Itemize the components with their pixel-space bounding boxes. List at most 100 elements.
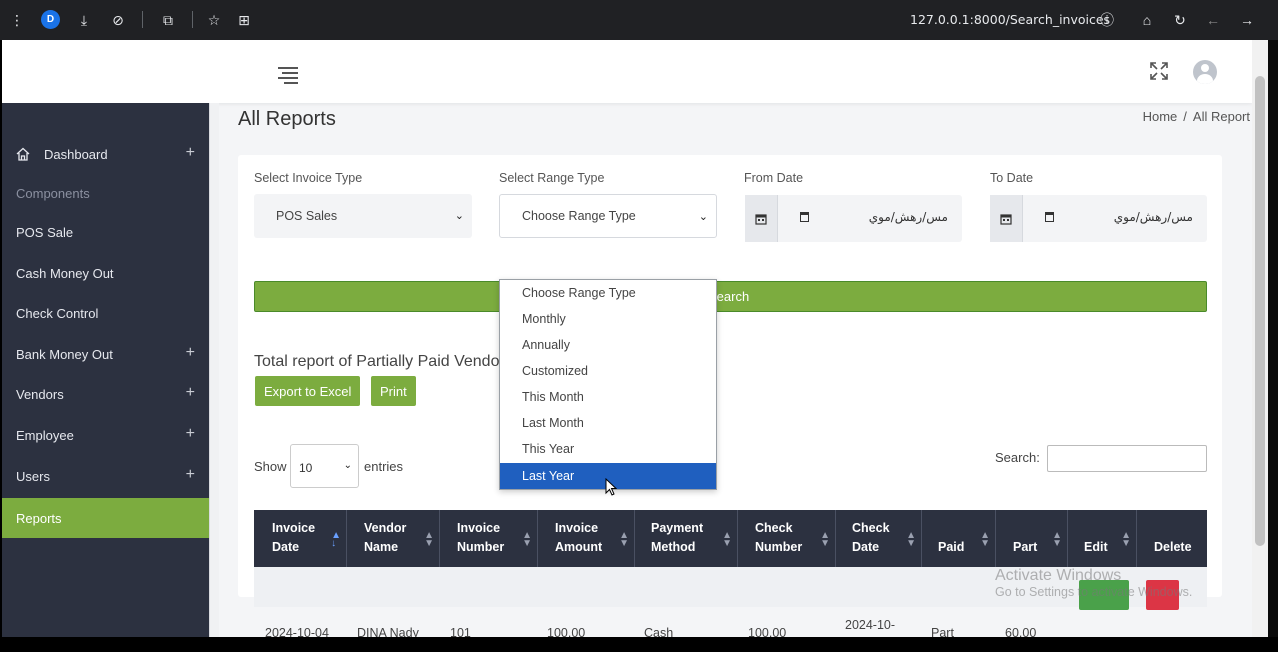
cell-check-date: 2024-10- xyxy=(845,618,896,632)
fullscreen-icon[interactable] xyxy=(1150,62,1168,80)
breadcrumb-current: All Report xyxy=(1192,109,1250,124)
to-date-field[interactable]: مس/رهش/موي xyxy=(990,195,1207,242)
show-label: Show xyxy=(254,459,287,474)
column-payment-method[interactable]: Payment Method ▲ ▼ xyxy=(635,510,738,567)
expand-plus-icon[interactable]: + xyxy=(186,466,195,484)
expand-plus-icon[interactable]: + xyxy=(186,384,195,402)
sidebar-item-label: Bank Money Out xyxy=(16,346,113,362)
sort-icon: ▲ ▼ xyxy=(820,530,830,549)
range-type-value: Choose Range Type xyxy=(522,209,636,223)
calendar-addon-icon xyxy=(745,195,778,242)
star-icon[interactable]: ☆ xyxy=(204,10,224,30)
top-navbar xyxy=(2,40,1252,103)
invoice-type-label: Select Invoice Type xyxy=(254,171,363,185)
sidebar-item-label: Vendors xyxy=(16,386,64,402)
sort-icon: ▲ ▼ xyxy=(906,530,916,549)
column-invoice-amount[interactable]: Invoice Amount ▲ ▼ xyxy=(538,510,635,567)
column-check-date[interactable]: Check Date ▲ ▼ xyxy=(836,510,922,567)
sort-icon: ▲ ▼ xyxy=(619,530,629,549)
sidebar-item-check-control[interactable]: Check Control xyxy=(2,293,209,333)
chevron-down-icon: ⌄ xyxy=(454,210,464,222)
breadcrumb: Home / All Report xyxy=(1143,109,1250,124)
entries-label: entries xyxy=(364,459,404,474)
column-delete[interactable]: Delete xyxy=(1137,510,1207,567)
sort-icon: ▲ ▼ xyxy=(722,530,732,549)
sort-icon: ▲ ▼ xyxy=(424,530,434,549)
extension-icon[interactable]: ⊘ xyxy=(108,10,128,30)
breadcrumb-home[interactable]: Home xyxy=(1143,109,1178,124)
to-date-placeholder: مس/رهش/موي xyxy=(1113,210,1193,224)
print-button[interactable]: Print xyxy=(371,376,416,406)
translate-icon[interactable]: ⊞ xyxy=(234,10,254,30)
sidebar-item-label: Components xyxy=(16,185,90,201)
sidebar-item-employee[interactable]: Employee + xyxy=(2,415,209,455)
sidebar-item-label: Check Control xyxy=(16,305,99,321)
column-vendor-name[interactable]: Vendor Name ▲ ▼ xyxy=(347,510,440,567)
sort-icon: ▲ ▼ xyxy=(1052,530,1062,549)
calendar-addon-icon xyxy=(990,195,1023,242)
column-invoice-date[interactable]: Invoice Date ▲ ↓ xyxy=(254,510,347,567)
sort-icon: ▲ ▼ xyxy=(1121,530,1131,549)
home-icon[interactable]: ⌂ xyxy=(1137,10,1157,30)
expand-plus-icon[interactable]: + xyxy=(186,425,195,443)
forward-icon[interactable]: → xyxy=(1237,10,1257,30)
from-date-field[interactable]: مس/رهش/موي xyxy=(745,195,962,242)
sidebar-item-reports[interactable]: Reports xyxy=(2,498,209,538)
export-excel-button[interactable]: Export to Excel xyxy=(255,376,361,406)
search-button[interactable]: Search xyxy=(254,281,1207,312)
column-paid[interactable]: Paid ▲ ▼ xyxy=(922,510,996,567)
chevron-down-icon: ⌄ xyxy=(698,211,708,223)
mouse-cursor-icon xyxy=(605,478,617,496)
dropdown-option[interactable]: Customized xyxy=(500,358,716,384)
dropdown-option[interactable]: This Year xyxy=(500,436,716,462)
profile-avatar[interactable]: D xyxy=(41,10,60,29)
sidebar-item-label: POS Sale xyxy=(16,224,74,240)
reload-icon[interactable]: ↻ xyxy=(1170,10,1190,30)
sidebar-item-vendors[interactable]: Vendors + xyxy=(2,374,209,414)
column-edit[interactable]: Edit ▲ ▼ xyxy=(1068,510,1137,567)
menu-dots-icon[interactable]: ⋮ xyxy=(7,10,27,30)
scrollbar-thumb[interactable] xyxy=(1255,76,1265,546)
sidebar-item-bank-money-out[interactable]: Bank Money Out + xyxy=(2,334,209,374)
sidebar-item-dashboard[interactable]: Dashboard + xyxy=(2,134,209,174)
page-title: All Reports xyxy=(238,108,336,130)
user-avatar[interactable] xyxy=(1193,60,1217,84)
expand-plus-icon[interactable]: + xyxy=(186,344,195,362)
dropdown-option[interactable]: Choose Range Type xyxy=(500,280,716,306)
entries-length-select[interactable]: 10 ⌄ xyxy=(290,444,359,488)
calendar-picker-icon[interactable] xyxy=(1045,212,1054,222)
sidebar-section-components: Components xyxy=(2,173,209,213)
sort-icon: ▲ ↓ xyxy=(331,530,341,549)
home-icon xyxy=(16,147,30,161)
dropdown-option[interactable]: Monthly xyxy=(500,306,716,332)
dropdown-option[interactable]: Last Month xyxy=(500,410,716,436)
download-icon[interactable]: ⤓ xyxy=(74,10,94,30)
sidebar-item-users[interactable]: Users + xyxy=(2,456,209,496)
toolbar-divider xyxy=(142,11,143,28)
range-type-select[interactable]: Choose Range Type ⌄ xyxy=(499,194,717,238)
sidebar-item-label: Employee xyxy=(16,427,74,443)
entries-value: 10 xyxy=(299,461,313,475)
column-part[interactable]: Part ▲ ▼ xyxy=(996,510,1068,567)
table-search-input[interactable] xyxy=(1047,445,1207,472)
dropdown-option[interactable]: Annually xyxy=(500,332,716,358)
sidebar-item-cash-money-out[interactable]: Cash Money Out xyxy=(2,253,209,293)
calendar-picker-icon[interactable] xyxy=(800,212,809,222)
column-check-number[interactable]: Check Number ▲ ▼ xyxy=(738,510,836,567)
browser-toolbar: ⋮ D ⤓ ⊘ ⧉ ☆ ⊞ 127.0.0.1:8000/Search_invo… xyxy=(0,0,1278,40)
back-icon[interactable]: ← xyxy=(1203,10,1223,30)
puzzle-icon[interactable]: ⧉ xyxy=(158,10,178,30)
sort-icon: ▲ ▼ xyxy=(522,530,532,549)
page-scrollbar[interactable] xyxy=(1252,40,1268,637)
expand-plus-icon[interactable]: + xyxy=(186,144,195,162)
dropdown-option[interactable]: This Month xyxy=(500,384,716,410)
breadcrumb-separator: / xyxy=(1183,109,1187,124)
sidebar-item-pos-sale[interactable]: POS Sale xyxy=(2,212,209,252)
sidebar-item-label: Cash Money Out xyxy=(16,265,114,281)
site-info-icon[interactable]: ⓘ xyxy=(1097,10,1117,30)
address-bar-url[interactable]: 127.0.0.1:8000/Search_invoices xyxy=(910,12,1110,27)
column-invoice-number[interactable]: Invoice Number ▲ ▼ xyxy=(440,510,538,567)
invoice-type-select[interactable]: POS Sales ⌄ xyxy=(254,194,472,238)
invoice-type-value: POS Sales xyxy=(276,209,338,223)
hamburger-menu-icon[interactable] xyxy=(278,67,298,87)
